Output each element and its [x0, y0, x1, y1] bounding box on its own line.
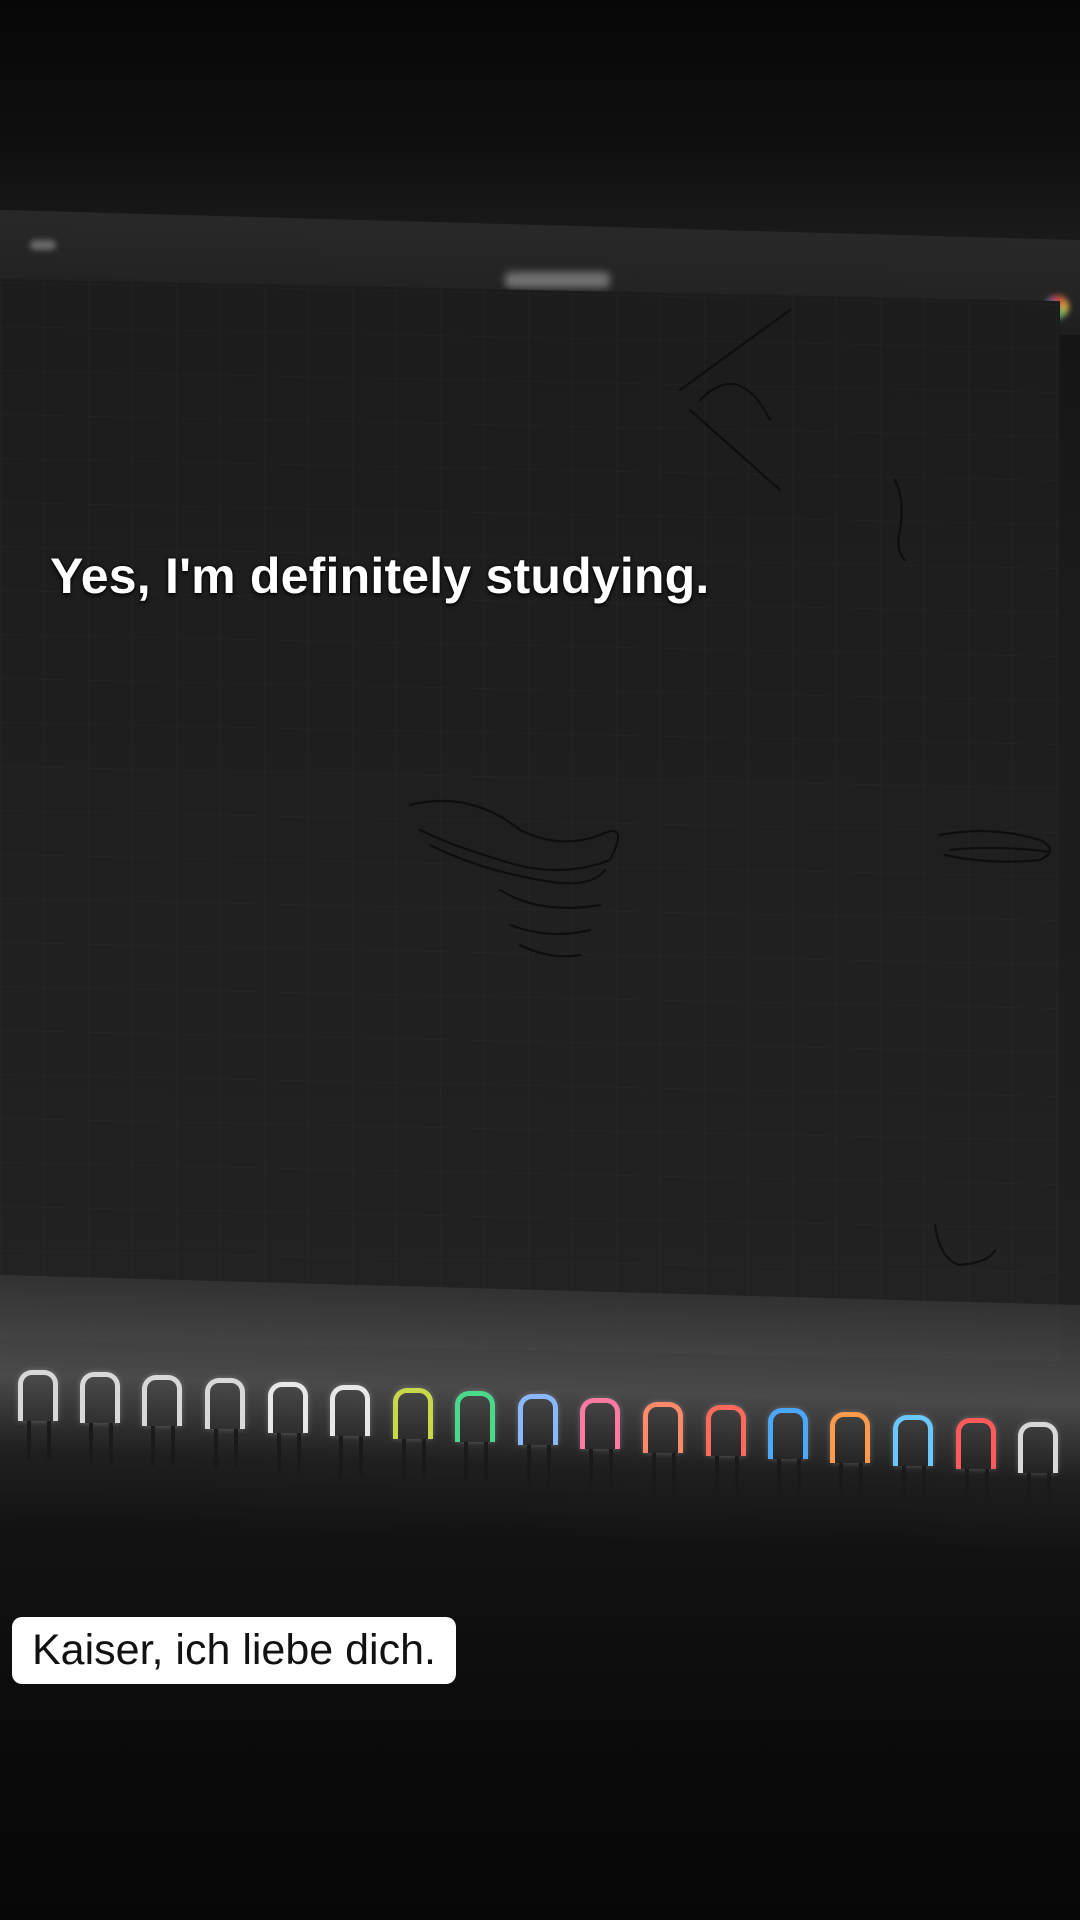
- photo-scene: Yes, I'm definitely studying. Kaiser, ic…: [0, 0, 1080, 1920]
- spiral-ring: [580, 1398, 620, 1489]
- scribble-right: [938, 829, 1052, 863]
- scribble-diagonal: [678, 308, 792, 492]
- overlay-caption-bottom: Kaiser, ich liebe dich.: [12, 1617, 456, 1684]
- scribble-loop: [933, 1223, 997, 1267]
- scribble-tangle: [408, 799, 620, 958]
- spiral-ring: [142, 1375, 182, 1466]
- spiral-ring: [768, 1408, 808, 1499]
- spiral-ring: [956, 1418, 996, 1509]
- spiral-ring: [205, 1378, 245, 1469]
- spiral-ring: [893, 1415, 933, 1506]
- scribble-small: [893, 478, 907, 562]
- spiral-ring: [455, 1391, 495, 1482]
- overlay-caption-top: Yes, I'm definitely studying.: [50, 548, 710, 604]
- spiral-ring: [830, 1412, 870, 1503]
- spiral-ring: [80, 1372, 120, 1463]
- spiral-ring: [1018, 1422, 1058, 1513]
- spiral-ring: [706, 1405, 746, 1496]
- spiral-ring: [643, 1402, 683, 1493]
- spiral-ring: [330, 1385, 370, 1476]
- spiral-ring: [268, 1382, 308, 1473]
- spiral-ring: [18, 1370, 58, 1461]
- spiral-ring: [393, 1388, 433, 1479]
- spiral-ring: [518, 1394, 558, 1485]
